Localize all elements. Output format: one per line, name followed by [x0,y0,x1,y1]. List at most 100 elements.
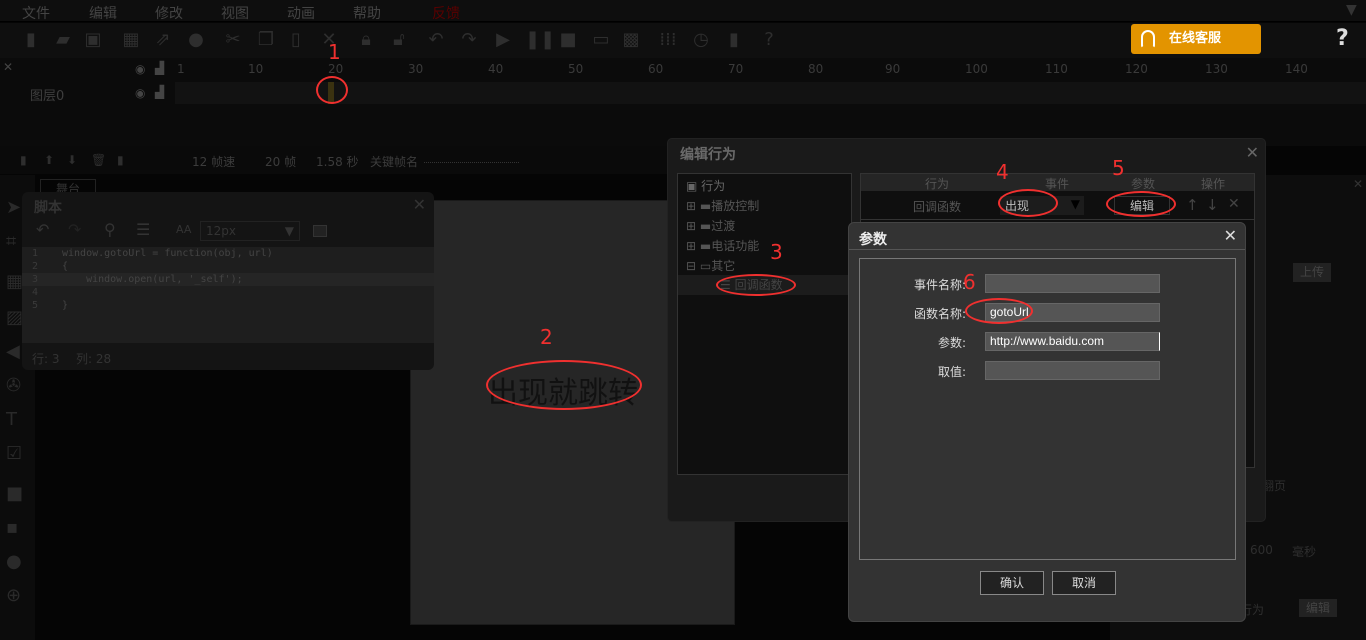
delete-icon[interactable]: ✕ [1228,196,1240,212]
font-size-select[interactable]: 12px ▼ [200,221,300,241]
code-text: window.open(url, '_self'); [62,274,243,285]
unlock-icon[interactable]: 🔓︎ [388,29,410,51]
code-editor[interactable]: 1 window.gotoUrl = function(obj, url) 2{ … [22,247,434,343]
trash-icon[interactable]: 🗑︎ [91,153,106,167]
timeline-status-bar: ▮ ⬆ ⬇ 🗑︎ ▮ 12 帧速 20 帧 1.58 秒 关键帧名 [0,146,668,174]
frame-ruler[interactable]: 1 10 20 30 40 50 60 70 80 90 100 110 120… [175,60,1366,82]
rounded-rect-icon[interactable]: ▪ [6,517,18,538]
collapse-icon[interactable]: ▼ [1346,2,1357,18]
rectangle-icon[interactable]: ■ [6,483,23,504]
film-icon[interactable]: ✇ [6,375,21,396]
annotation-number: 3 [770,240,783,264]
script-panel: 脚本 ✕ ↶ ↷ ⚲ ☰ AA 12px ▼ 1 window.gotoUrl = … [22,192,434,370]
text-icon[interactable]: T [6,409,17,430]
layer-frames[interactable] [175,82,1366,104]
fullscreen-icon[interactable] [313,225,327,237]
menu-file[interactable]: 文件 [22,3,50,23]
add-layer-icon[interactable]: ▮ [20,153,27,167]
close-icon[interactable]: ✕ [1353,177,1363,191]
tree-root-label: 行为 [701,179,726,193]
checkbox-icon[interactable]: ☑ [6,443,22,464]
cut-icon[interactable]: ✂ [222,29,244,51]
redo-icon[interactable]: ↷ [68,220,81,239]
menu-animation[interactable]: 动画 [287,3,315,23]
tree-folder[interactable]: ⊟ ▭其它 [686,257,735,274]
undo-icon[interactable]: ↶ [425,29,447,51]
clock-icon[interactable]: ◷ [690,29,712,51]
code-line: 2{ [31,261,69,272]
list-icon[interactable]: ☰ [136,220,150,239]
preview-icon[interactable]: ▭ [590,29,612,51]
tree-root[interactable]: ▣ 行为 [686,177,725,194]
headset-icon [1141,30,1155,48]
ruler-tick: 140 [1285,62,1308,76]
sound-icon[interactable]: ◀ [6,341,20,362]
param-label: 参数: [937,336,966,350]
copy-layer-icon[interactable]: ▮ [117,153,124,167]
tree-folder[interactable]: ⊞ ▬电话功能 [686,237,759,254]
tree-folder[interactable]: ⊞ ▬过渡 [686,217,735,234]
upload-button[interactable]: 上传 [1293,263,1331,282]
transform-icon[interactable]: ⌗ [6,231,16,252]
keyframe-name-input[interactable] [424,162,519,163]
battery-icon[interactable]: ▮ [723,29,745,51]
play-icon[interactable]: ▶ [492,29,514,51]
annotation-number: 1 [328,40,341,64]
params-form: 事件名称: 函数名称: gotoUrl 参数: http://www.baidu… [859,258,1236,560]
open-folder-icon[interactable]: ▰ [52,29,74,51]
paste-icon[interactable]: ▯ [285,29,307,51]
value-input[interactable] [985,361,1160,380]
duration-input[interactable]: 600 [1250,543,1273,557]
menu-modify[interactable]: 修改 [155,3,183,23]
bars-icon[interactable]: ⁞⁞⁞ [657,29,679,51]
eye-icon[interactable]: ◉ [135,62,145,76]
param-input[interactable]: http://www.baidu.com [985,332,1160,351]
save-icon[interactable]: ▣ [82,29,104,51]
shape-icon[interactable]: ● [185,29,207,51]
crosshair-icon[interactable]: ⊕ [6,585,21,606]
menu-help[interactable]: 帮助 [353,3,381,23]
layer-down-icon[interactable]: ⬇ [67,153,77,167]
layer-up-icon[interactable]: ⬆ [44,153,54,167]
lock-icon[interactable]: 🔒︎ [355,29,377,51]
column-header: 参数 [1131,177,1156,191]
close-icon[interactable]: ✕ [413,195,426,214]
stop-icon[interactable]: ■ [557,29,579,51]
close-icon[interactable]: ✕ [1246,143,1259,162]
move-down-icon[interactable]: ↓ [1206,196,1219,214]
undo-icon[interactable]: ↶ [36,220,49,239]
share-icon[interactable]: ⇗ [152,29,174,51]
grid-icon[interactable]: ▦ [120,29,142,51]
pointer-icon[interactable]: ➤ [6,197,21,218]
cancel-button[interactable]: 取消 [1052,571,1116,595]
close-timeline-icon[interactable]: ✕ [3,60,13,74]
grid-icon[interactable]: ▦ [6,271,23,292]
layer-name[interactable]: 图层0 [30,85,64,104]
event-name-input[interactable] [985,274,1160,293]
edit-button[interactable]: 编辑 [1299,599,1337,617]
lightbulb-icon[interactable]: ? [1336,26,1349,51]
image-icon[interactable]: ▨ [6,307,23,328]
close-icon[interactable]: ✕ [1224,226,1237,245]
menu-view[interactable]: 视图 [221,3,249,23]
confirm-button[interactable]: 确认 [980,571,1044,595]
move-up-icon[interactable]: ↑ [1186,196,1199,214]
new-file-icon[interactable]: ▮ [20,29,42,51]
menu-feedback[interactable]: 反馈 [432,3,460,23]
font-size-value: 12px [206,224,236,238]
copy-icon[interactable]: ❐ [255,29,277,51]
help-icon[interactable]: ? [758,29,780,51]
lock-icon[interactable]: ▟ [155,85,164,99]
pause-icon[interactable]: ❚❚ [525,29,555,51]
lock-icon[interactable]: ▟ [155,61,164,75]
ruler-tick: 30 [408,62,424,76]
tree-folder[interactable]: ⊞ ▬播放控制 [686,197,759,214]
folder-label: 电话功能 [711,239,760,253]
eye-icon[interactable]: ◉ [135,86,145,100]
online-service-button[interactable]: 在线客服 [1131,24,1261,54]
redo-icon[interactable]: ↷ [458,29,480,51]
circle-icon[interactable]: ● [6,551,22,572]
qrcode-icon[interactable]: ▩ [620,29,642,51]
search-icon[interactable]: ⚲ [104,220,116,239]
menu-edit[interactable]: 编辑 [89,3,117,23]
